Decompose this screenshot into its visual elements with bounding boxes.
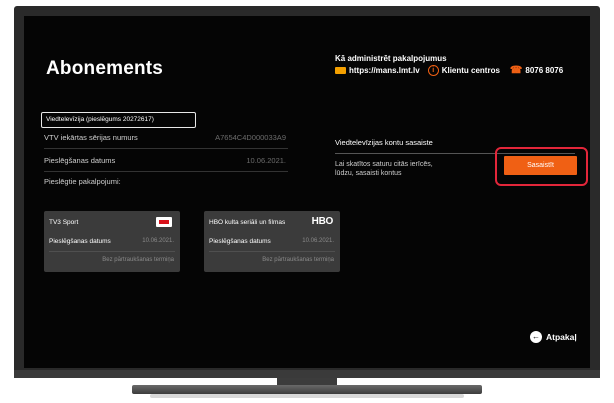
service-card-hbo[interactable]: HBO kulta seriāli un filmas HBO Pieslēgš… <box>204 211 340 272</box>
tv-screen: Abonements Kā administrēt pakalpojumus h… <box>24 16 590 368</box>
connection-date-label: Pieslēgšanas datums <box>44 156 116 165</box>
back-button[interactable]: ← Atpakaļ <box>530 331 577 343</box>
connection-date-value: 10.06.2021. <box>246 156 286 165</box>
admin-info: Kā administrēt pakalpojumus https://mans… <box>335 54 563 76</box>
admin-contacts: https://mans.lmt.lv i Klientu centros ☎ … <box>335 65 563 76</box>
connection-date-row: Pieslēgšanas datums 10.06.2021. <box>44 155 288 172</box>
subscription-selector[interactable]: Viedtelevīzija (pieslēgums 20272617) <box>41 112 196 128</box>
back-label: Atpakaļ <box>546 332 577 342</box>
tv-stand-shadow <box>150 394 464 398</box>
tv-stand-base <box>132 385 482 394</box>
service-date-value: 10.06.2021. <box>302 238 334 244</box>
account-linking-description: Lai skatītos saturu citās ierīcēs, lūdzu… <box>335 161 433 177</box>
card-divider <box>209 251 335 252</box>
service-term: Bez pārtraukšanas termiņa <box>102 257 174 263</box>
page-title: Abonements <box>46 58 164 79</box>
admin-phone: 8076 8076 <box>525 66 564 75</box>
tv-frame-bottom <box>14 370 600 378</box>
card-divider <box>49 251 175 252</box>
service-name: HBO kulta seriāli un filmas <box>209 219 286 226</box>
link-accounts-button[interactable]: Sasaistīt <box>504 156 577 175</box>
admin-url: https://mans.lmt.lv <box>349 66 420 75</box>
info-icon: i <box>427 65 439 76</box>
service-name: TV3 Sport <box>49 219 79 226</box>
serial-number-row: VTV iekārtas sērijas numurs A7654C4D0000… <box>44 132 288 149</box>
service-term: Bez pārtraukšanas termiņa <box>262 257 334 263</box>
service-date-value: 10.06.2021. <box>142 238 174 244</box>
admin-centers: Klientu centros <box>441 66 500 75</box>
back-arrow-icon: ← <box>530 331 542 343</box>
serial-number-label: VTV iekārtas sērijas numurs <box>44 133 138 142</box>
admin-title: Kā administrēt pakalpojumus <box>335 54 447 63</box>
serial-number-value: A7654C4D000033A9 <box>215 133 286 142</box>
service-date-label: Pieslēgšanas datums <box>49 238 111 245</box>
included-services-label: Pieslēgtie pakalpojumi: <box>44 177 121 186</box>
phone-icon: ☎ <box>509 65 523 76</box>
tv3-logo-icon <box>156 217 172 227</box>
hbo-logo: HBO <box>311 216 334 227</box>
monitor-icon <box>335 67 346 74</box>
account-linking-heading: Viedtelevīzijas kontu sasaiste <box>335 138 433 147</box>
service-card-tv3-sport[interactable]: TV3 Sport Pieslēgšanas datums 10.06.2021… <box>44 211 180 272</box>
service-date-label: Pieslēgšanas datums <box>209 238 271 245</box>
